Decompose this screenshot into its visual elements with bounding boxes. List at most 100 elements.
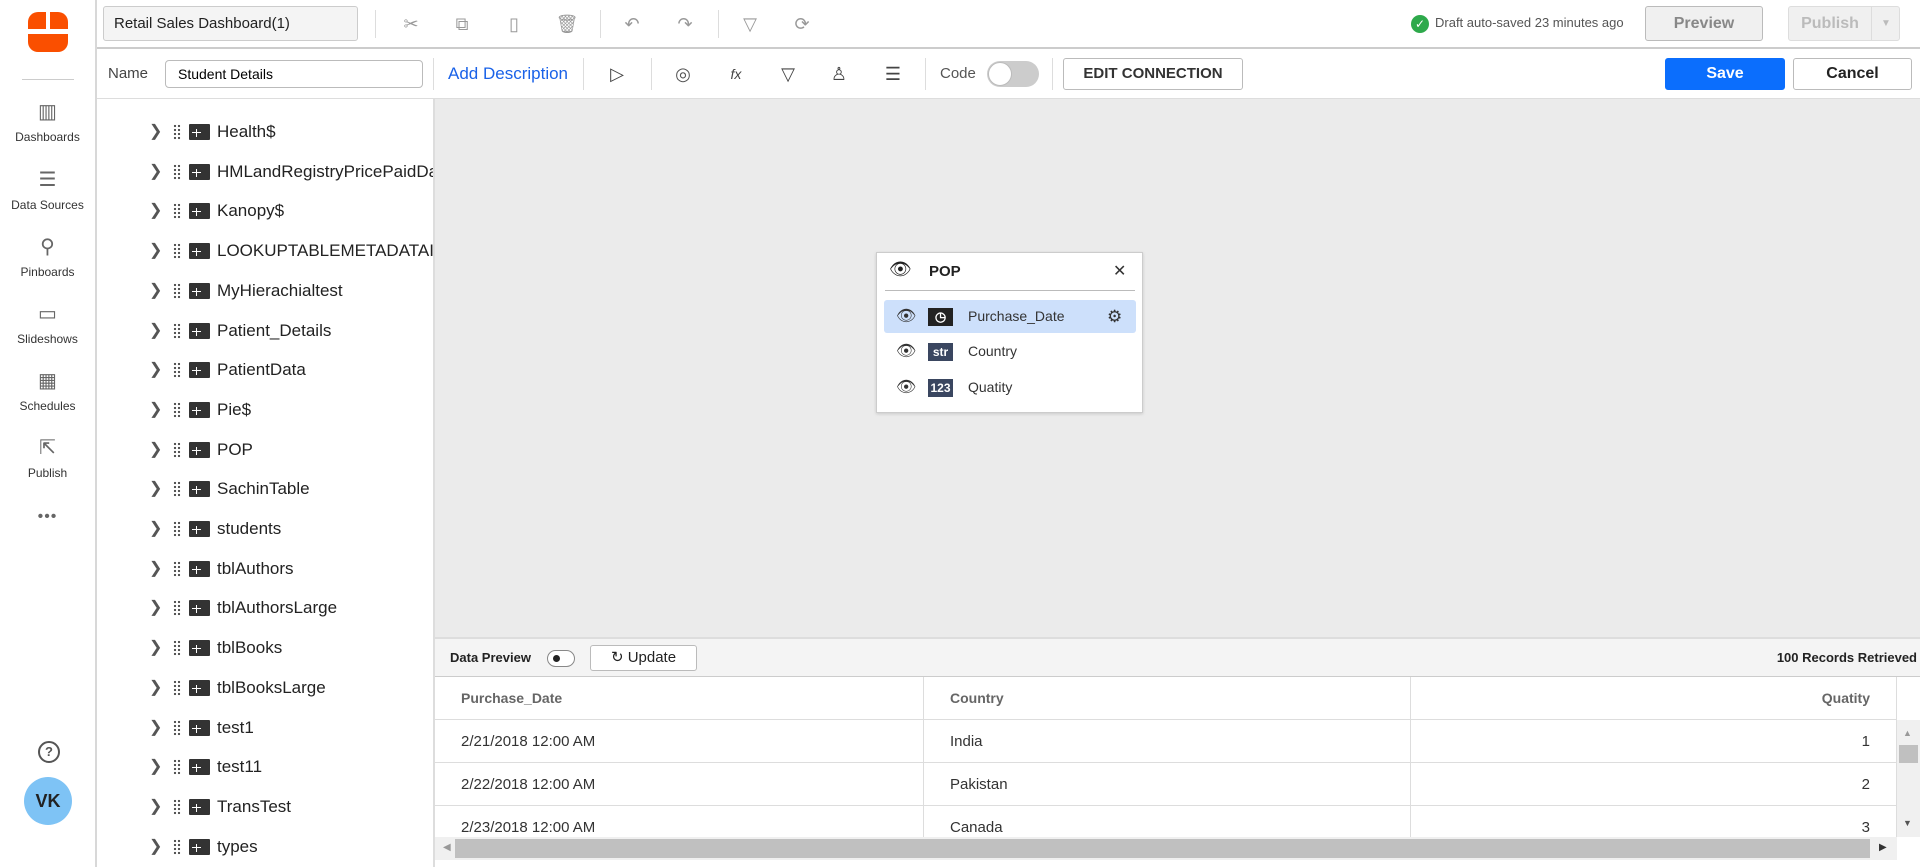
add-description-link[interactable]: Add Description — [448, 64, 568, 84]
drag-handle-icon[interactable] — [173, 124, 181, 140]
field-row-quatity[interactable]: 👁 123 Quatity — [884, 371, 1136, 404]
tree-item[interactable]: ❯ Health$ — [97, 117, 433, 147]
tree-item[interactable]: ❯ Pie$ — [97, 395, 433, 425]
chevron-right-icon[interactable]: ❯ — [149, 832, 162, 862]
chevron-right-icon[interactable]: ❯ — [149, 157, 162, 187]
drag-handle-icon[interactable] — [173, 798, 181, 815]
gear-icon[interactable]: ⚙ — [1107, 300, 1122, 333]
query-canvas[interactable] — [435, 99, 1920, 637]
nav-schedules[interactable]: ▦ Schedules — [0, 369, 95, 413]
nav-pinboards[interactable]: ⚲ Pinboards — [0, 235, 95, 279]
filter-icon[interactable]: ▽ — [776, 62, 800, 86]
redo-icon[interactable]: ↷ — [673, 12, 697, 36]
horizontal-scrollbar[interactable]: ◀ ▶ — [435, 837, 1897, 860]
chevron-right-icon[interactable]: ❯ — [149, 117, 162, 147]
drag-handle-icon[interactable] — [173, 600, 181, 617]
save-button[interactable]: Save — [1665, 58, 1785, 90]
tree-item[interactable]: ❯ types — [97, 832, 433, 862]
settings-sliders-icon[interactable]: ☰ — [881, 62, 905, 86]
chevron-right-icon[interactable]: ❯ — [149, 474, 162, 504]
tree-item[interactable]: ❯ PatientData — [97, 355, 433, 385]
column-header[interactable]: Purchase_Date — [435, 677, 924, 720]
drag-handle-icon[interactable] — [173, 163, 181, 180]
drag-handle-icon[interactable] — [173, 441, 181, 458]
drag-handle-icon[interactable] — [173, 203, 181, 220]
vertical-scrollbar[interactable]: ▲ ▼ — [1897, 720, 1920, 837]
tree-item[interactable]: ❯ HMLandRegistryPricePaidDat — [97, 157, 433, 187]
chevron-right-icon[interactable]: ❯ — [149, 673, 162, 703]
drag-handle-icon[interactable] — [173, 719, 181, 736]
tree-item[interactable]: ❯ tblBooks — [97, 633, 433, 663]
run-icon[interactable]: ▷ — [605, 62, 629, 86]
code-toggle[interactable] — [987, 61, 1039, 87]
drag-handle-icon[interactable] — [173, 640, 181, 657]
join-icon[interactable]: ◎ — [671, 62, 695, 86]
field-row-country[interactable]: 👁 str Country — [884, 335, 1136, 368]
preview-button[interactable]: Preview — [1645, 6, 1763, 41]
chevron-right-icon[interactable]: ❯ — [149, 435, 162, 465]
dashboard-title[interactable]: Retail Sales Dashboard(1) — [103, 6, 358, 41]
user-filter-icon[interactable]: ♙ — [827, 62, 851, 86]
tree-item[interactable]: ❯ TransTest — [97, 792, 433, 822]
tree-item[interactable]: ❯ Patient_Details — [97, 316, 433, 346]
tree-item[interactable]: ❯ LOOKUPTABLEMETADATAINF — [97, 236, 433, 266]
drag-handle-icon[interactable] — [173, 322, 181, 339]
table-card-pop[interactable]: 👁 POP ✕ 👁 ◷ Purchase_Date ⚙ 👁 str Countr… — [876, 252, 1143, 413]
chevron-down-icon[interactable]: ▼ — [1871, 7, 1900, 40]
chevron-right-icon[interactable]: ❯ — [149, 752, 162, 782]
chevron-right-icon[interactable]: ❯ — [149, 633, 162, 663]
undo-icon[interactable]: ↶ — [620, 12, 644, 36]
close-icon[interactable]: ✕ — [1113, 261, 1126, 281]
table-tree[interactable]: ❯ Health$ ❯ HMLandRegistryPricePaidDat ❯ Kano… — [97, 99, 435, 867]
drag-handle-icon[interactable] — [173, 679, 181, 696]
delete-icon[interactable]: 🗑 — [555, 12, 579, 36]
chevron-right-icon[interactable]: ❯ — [149, 196, 162, 226]
more-icon[interactable]: ••• — [0, 508, 95, 526]
edit-connection-button[interactable]: EDIT CONNECTION — [1063, 58, 1243, 90]
chevron-right-icon[interactable]: ❯ — [149, 395, 162, 425]
drag-handle-icon[interactable] — [173, 759, 181, 776]
field-row-purchase-date[interactable]: 👁 ◷ Purchase_Date ⚙ — [884, 300, 1136, 333]
eye-icon[interactable]: 👁 — [896, 371, 916, 404]
chevron-right-icon[interactable]: ❯ — [149, 713, 162, 743]
chevron-right-icon[interactable]: ❯ — [149, 236, 162, 266]
paste-icon[interactable]: ▯ — [502, 12, 526, 36]
cut-icon[interactable]: ✂ — [399, 12, 423, 36]
chevron-right-icon[interactable]: ❯ — [149, 593, 162, 623]
tree-item[interactable]: ❯ students — [97, 514, 433, 544]
drag-handle-icon[interactable] — [173, 521, 181, 537]
tree-item[interactable]: ❯ SachinTable — [97, 474, 433, 504]
column-header[interactable]: Country — [924, 677, 1411, 720]
column-header[interactable]: Quatity — [1411, 677, 1897, 720]
refresh-icon[interactable]: ⟳ — [790, 12, 814, 36]
chevron-right-icon[interactable]: ❯ — [149, 276, 162, 306]
avatar[interactable]: VK — [24, 777, 72, 825]
chevron-right-icon[interactable]: ❯ — [149, 355, 162, 385]
tree-item[interactable]: ❯ POP — [97, 435, 433, 465]
tree-item[interactable]: ❯ tblAuthorsLarge — [97, 593, 433, 623]
drag-handle-icon[interactable] — [173, 362, 181, 379]
help-icon[interactable]: ? — [38, 741, 60, 763]
publish-button[interactable]: Publish ▼ — [1788, 6, 1900, 41]
tree-item[interactable]: ❯ Kanopy$ — [97, 196, 433, 226]
chevron-right-icon[interactable]: ❯ — [149, 792, 162, 822]
eye-icon[interactable]: 👁 — [896, 300, 916, 333]
drag-handle-icon[interactable] — [173, 838, 181, 855]
data-preview-toggle[interactable] — [547, 650, 575, 667]
drag-handle-icon[interactable] — [173, 401, 181, 418]
app-logo[interactable] — [28, 12, 68, 52]
nav-data-sources[interactable]: ☰ Data Sources — [0, 168, 95, 212]
drag-handle-icon[interactable] — [173, 282, 181, 299]
eye-icon[interactable]: 👁 — [896, 335, 916, 368]
tree-item[interactable]: ❯ tblBooksLarge — [97, 673, 433, 703]
copy-icon[interactable]: ⧉ — [450, 12, 474, 36]
tree-item[interactable]: ❯ tblAuthors — [97, 554, 433, 584]
chevron-right-icon[interactable]: ❯ — [149, 514, 162, 544]
tree-item[interactable]: ❯ test11 — [97, 752, 433, 782]
chevron-right-icon[interactable]: ❯ — [149, 554, 162, 584]
filter-icon[interactable]: ▽ — [738, 12, 762, 36]
name-input[interactable] — [165, 60, 423, 88]
nav-publish[interactable]: ⇱ Publish — [0, 436, 95, 480]
nav-slideshows[interactable]: ▭ Slideshows — [0, 302, 95, 346]
drag-handle-icon[interactable] — [173, 560, 181, 577]
